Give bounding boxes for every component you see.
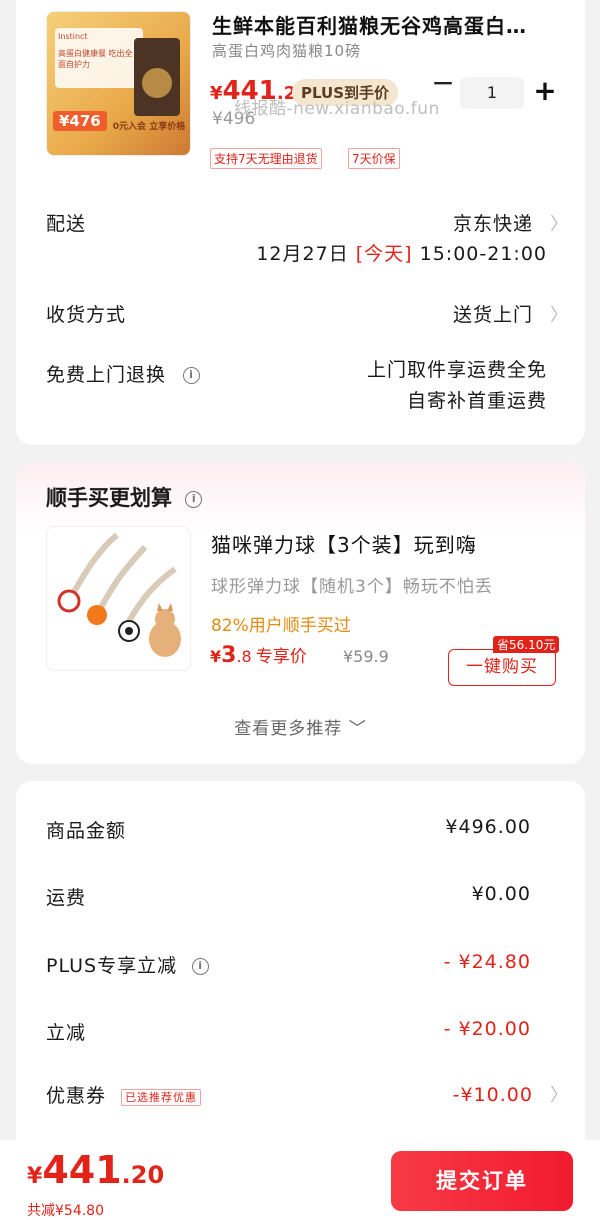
quantity-input[interactable]: 1 [460,77,524,109]
toy-original-price: ¥59.9 [343,647,389,666]
total-dec: .20 [121,1161,165,1189]
service-tag-price-protect: 7天价保 [348,148,400,169]
info-icon[interactable]: i [185,490,203,508]
delivery-time[interactable]: 12月27日 [今天] 15:00-21:00 [256,239,547,266]
toy-name[interactable]: 猫咪弹力球【3个装】玩到嗨 [211,529,477,558]
carrier-name: 京东快递 [452,213,533,235]
free-return-text: 免费上门退换 [46,364,167,386]
thumb-join: 0元入会 立享价格 [112,122,186,132]
save-badge: 省56.10元 [493,636,560,653]
delivery-window: 15:00-21:00 [419,243,547,265]
food-bag-image [134,38,180,116]
total-int: 441 [42,1148,122,1192]
coupon-value-text: -¥10.00 [452,1084,533,1106]
summary-shipping-value: ¥0.00 [471,883,531,905]
submit-order-button[interactable]: 提交订单 [391,1151,573,1211]
toy-price-int: 3 [221,643,237,668]
free-return-line2: 自寄补首重运费 [406,390,547,412]
delivery-label: 配送 [46,213,87,235]
toy-price: ¥3.8 专享价 [210,642,307,668]
receive-method-text: 送货上门 [452,304,533,326]
quantity-increase-button[interactable]: + [530,76,560,108]
free-return-line1: 上门取件享运费全免 [366,359,547,381]
thumb-banner: Instinct 高蛋白健康餐 吃出全面自护力 [55,28,143,88]
addon-section-title: 顺手买更划算 i [46,482,203,512]
summary-shipping-label: 运费 [46,887,87,909]
service-tag-return: 支持7天无理由退货 [210,148,322,169]
view-more-recommendations[interactable]: 查看更多推荐 ﹀ [16,714,585,739]
info-icon[interactable]: i [183,367,201,384]
delivery-today: [今天] [355,243,413,265]
checkout-bar: ¥441.20 共减¥54.80 提交订单 [0,1140,600,1220]
receive-method-label: 收货方式 [46,304,127,326]
chevron-right-icon: 〉 [550,1085,569,1106]
coupon-selected-tag: 已选推荐优惠 [121,1088,202,1106]
chevron-right-icon: 〉 [550,305,569,326]
info-icon[interactable]: i [192,958,210,975]
addon-card: 顺手买更划算 i 猫咪弹力球【3个装】玩到嗨 球形弹力球【随机3个】畅玩不怕丢 … [16,462,585,764]
quantity-decrease-button[interactable]: − [428,69,458,100]
total-saved: 共减¥54.80 [27,1203,104,1219]
toy-thumbnail[interactable] [46,526,191,671]
product-spec: 高蛋白鸡肉猫粮10磅 [212,42,362,60]
watermark: 线报酷-new.xianbao.fun [234,99,440,119]
product-title[interactable]: 生鲜本能百利猫粮无谷鸡高蛋白… [212,10,542,39]
addon-title-text: 顺手买更划算 [46,486,172,510]
toy-price-label: 专享价 [255,647,307,667]
delivery-date: 12月27日 [256,243,349,265]
thumb-brand: Instinct [58,32,88,41]
summary-plus-value: - ¥24.80 [443,951,531,973]
one-click-buy-button[interactable]: 一键购买 [448,649,556,686]
thumb-headline: 高蛋白健康餐 吃出全面自护力 [58,49,133,69]
toy-price-dec: .8 [236,647,252,666]
summary-goods-value: ¥496.00 [445,816,531,838]
price-summary-card: 商品金额 ¥496.00 运费 ¥0.00 PLUS专享立减 i - ¥24.8… [16,781,585,1181]
total-price: ¥441.20 [27,1148,164,1192]
chevron-right-icon: 〉 [550,214,569,235]
toy-ball-image [57,532,181,657]
summary-coupon-value[interactable]: -¥10.00 〉 [453,1081,569,1107]
summary-instant-value: - ¥20.00 [443,1018,531,1040]
total-symbol: ¥ [27,1164,43,1189]
toy-description: 球形弹力球【随机3个】畅玩不怕丢 [211,577,493,597]
price-symbol: ¥ [210,83,223,104]
free-return-label: 免费上门退换 i [46,360,201,387]
summary-plus-label: PLUS专享立减 i [46,951,210,978]
delivery-carrier[interactable]: 京东快递 〉 [453,209,569,236]
toy-price-symbol: ¥ [210,647,222,666]
product-thumbnail[interactable]: Instinct 高蛋白健康餐 吃出全面自护力 ¥476 0元入会 立享价格 [46,11,191,156]
summary-instant-label: 立减 [46,1022,87,1044]
order-item-card: Instinct 高蛋白健康餐 吃出全面自护力 ¥476 0元入会 立享价格 生… [16,0,585,445]
toy-bought-rate: 82%用户顺手买过 [211,616,351,636]
summary-coupon-label[interactable]: 优惠券 已选推荐优惠 [46,1081,202,1108]
coupon-text: 优惠券 [46,1085,107,1107]
plus-discount-text: PLUS专享立减 [46,955,178,977]
receive-method-value[interactable]: 送货上门 〉 [453,300,569,327]
summary-goods-label: 商品金额 [46,820,127,842]
thumb-price: ¥476 [53,111,107,131]
